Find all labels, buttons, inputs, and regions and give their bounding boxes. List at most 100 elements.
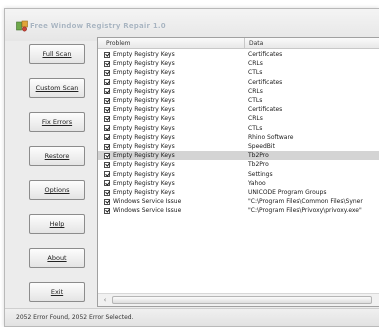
button-label: Custom Scan <box>35 84 79 92</box>
scrollbar-thumb[interactable] <box>112 296 372 304</box>
cell-problem: Empty Registry Keys <box>113 97 175 104</box>
button-label: About <box>47 254 67 262</box>
custom-scan-button[interactable]: Custom Scan <box>29 78 85 98</box>
table-row[interactable]: Empty Registry Keys Settings <box>98 170 379 179</box>
cell-data: UNICODE Program Groups <box>248 189 327 196</box>
table-row[interactable]: Empty Registry Keys Certificates <box>98 78 379 87</box>
button-label: Exit <box>50 288 64 296</box>
row-checkbox[interactable] <box>104 152 110 159</box>
exit-button[interactable]: Exit <box>29 282 85 302</box>
table-row[interactable]: Empty Registry Keys CRLs <box>98 114 379 123</box>
cell-data: CTLs <box>248 69 263 77</box>
row-checkbox[interactable] <box>104 180 110 187</box>
row-checkbox[interactable] <box>104 60 110 67</box>
restore-button[interactable]: Restore <box>29 146 85 166</box>
cell-data: "C:\Program Files\Privoxy\privoxy.exe" <box>248 207 362 215</box>
cell-problem: Empty Registry Keys <box>113 115 175 123</box>
column-divider[interactable] <box>244 38 245 49</box>
table-row[interactable]: Windows Service Issue "C:\Program Files\P… <box>98 206 379 215</box>
cell-problem: Windows Service Issue <box>113 198 182 206</box>
row-checkbox[interactable] <box>104 69 110 76</box>
row-checkbox[interactable] <box>104 115 110 122</box>
table-row[interactable]: Empty Registry Keys CTLs <box>98 68 379 77</box>
cell-data: Settings <box>248 170 273 178</box>
row-checkbox[interactable] <box>104 143 110 150</box>
button-label: Help <box>49 220 65 228</box>
cell-problem: Empty Registry Keys <box>113 143 175 150</box>
cell-problem: Empty Registry Keys <box>113 106 175 114</box>
cell-data: Certificates <box>248 106 283 114</box>
cell-problem: Empty Registry Keys <box>113 124 175 132</box>
cell-data: Tb2Pro <box>248 161 269 169</box>
cell-problem: Empty Registry Keys <box>113 170 175 178</box>
table-row[interactable]: Empty Registry Keys Certificates <box>98 105 379 114</box>
row-checkbox[interactable] <box>104 88 110 95</box>
row-checkbox[interactable] <box>104 207 110 214</box>
row-checkbox[interactable] <box>104 198 110 205</box>
button-label: Restore <box>44 152 70 160</box>
cell-problem: Empty Registry Keys <box>113 179 175 187</box>
table-row[interactable]: Empty Registry Keys CTLs <box>98 96 379 105</box>
cell-problem: Empty Registry Keys <box>113 60 175 68</box>
cell-data: Tb2Pro <box>248 152 269 160</box>
table-row[interactable]: Empty Registry Keys CTLs <box>98 124 379 133</box>
row-checkbox[interactable] <box>104 106 110 113</box>
row-checkbox[interactable] <box>104 161 110 168</box>
status-text: 2052 Error Found, 2052 Error Selected. <box>16 314 134 321</box>
table-row[interactable]: Empty Registry Keys Tb2Pro <box>98 160 379 169</box>
cell-data: Certificates <box>248 51 283 58</box>
cell-problem: Empty Registry Keys <box>113 87 175 95</box>
cell-data: Yahoo <box>248 179 266 187</box>
button-label: Fix Errors <box>41 118 73 126</box>
status-bar: 2052 Error Found, 2052 Error Selected. <box>5 308 379 326</box>
column-header-problem[interactable]: Problem <box>106 40 131 47</box>
registry-repair-app-icon <box>16 20 28 32</box>
cell-data: CTLs <box>248 124 263 132</box>
cell-problem: Empty Registry Keys <box>113 51 175 58</box>
table-row[interactable]: Windows Service Issue "C:\Program Files\C… <box>98 197 379 206</box>
table-row[interactable]: Empty Registry Keys Tb2Pro <box>98 151 379 161</box>
cell-data: "C:\Program Files\Common Files\Syner <box>248 198 363 206</box>
cell-data: CTLs <box>248 97 263 104</box>
fix-errors-button[interactable]: Fix Errors <box>29 112 85 132</box>
table-row[interactable]: Empty Registry Keys Certificates <box>98 50 379 59</box>
row-checkbox[interactable] <box>104 51 110 58</box>
row-checkbox[interactable] <box>104 125 110 132</box>
row-checkbox[interactable] <box>104 134 110 141</box>
cell-problem: Empty Registry Keys <box>113 189 175 196</box>
app-window: Free Window Registry Repair 1.0 Full Sca… <box>4 8 379 327</box>
row-checkbox[interactable] <box>104 79 110 86</box>
cell-problem: Empty Registry Keys <box>113 152 175 160</box>
full-scan-button[interactable]: Full Scan <box>29 44 85 64</box>
list-header: Problem Data <box>98 38 379 49</box>
cell-problem: Empty Registry Keys <box>113 78 175 86</box>
column-header-data[interactable]: Data <box>249 40 263 47</box>
cell-data: CRLs <box>248 60 263 68</box>
table-row[interactable]: Empty Registry Keys Rhino Software <box>98 133 379 142</box>
cell-problem: Empty Registry Keys <box>113 161 175 169</box>
cell-problem: Empty Registry Keys <box>113 69 175 77</box>
cell-data: SpeedBit <box>248 143 275 150</box>
row-checkbox[interactable] <box>104 97 110 104</box>
cell-data: Rhino Software <box>248 133 294 141</box>
table-row[interactable]: Empty Registry Keys SpeedBit <box>98 142 379 151</box>
about-button[interactable]: About <box>29 248 85 268</box>
options-button[interactable]: Options <box>29 180 85 200</box>
cell-problem: Windows Service Issue <box>113 207 182 215</box>
cell-problem: Empty Registry Keys <box>113 133 175 141</box>
table-row[interactable]: Empty Registry Keys UNICODE Program Group… <box>98 188 379 197</box>
button-label: Options <box>44 186 70 194</box>
table-row[interactable]: Empty Registry Keys CRLs <box>98 59 379 68</box>
cell-data: Certificates <box>248 78 283 86</box>
row-checkbox[interactable] <box>104 189 110 196</box>
problems-list[interactable]: Problem Data Empty Registry Keys Certific… <box>97 37 379 307</box>
cell-data: CRLs <box>248 115 263 123</box>
row-checkbox[interactable] <box>104 171 110 178</box>
help-button[interactable]: Help <box>29 214 85 234</box>
horizontal-scrollbar[interactable]: ‹ <box>98 293 379 306</box>
cell-data: CRLs <box>248 87 263 95</box>
table-row[interactable]: Empty Registry Keys Yahoo <box>98 179 379 188</box>
table-row[interactable]: Empty Registry Keys CRLs <box>98 87 379 96</box>
window-title: Free Window Registry Repair 1.0 <box>30 22 166 30</box>
scroll-left-arrow-icon[interactable]: ‹ <box>100 295 110 305</box>
